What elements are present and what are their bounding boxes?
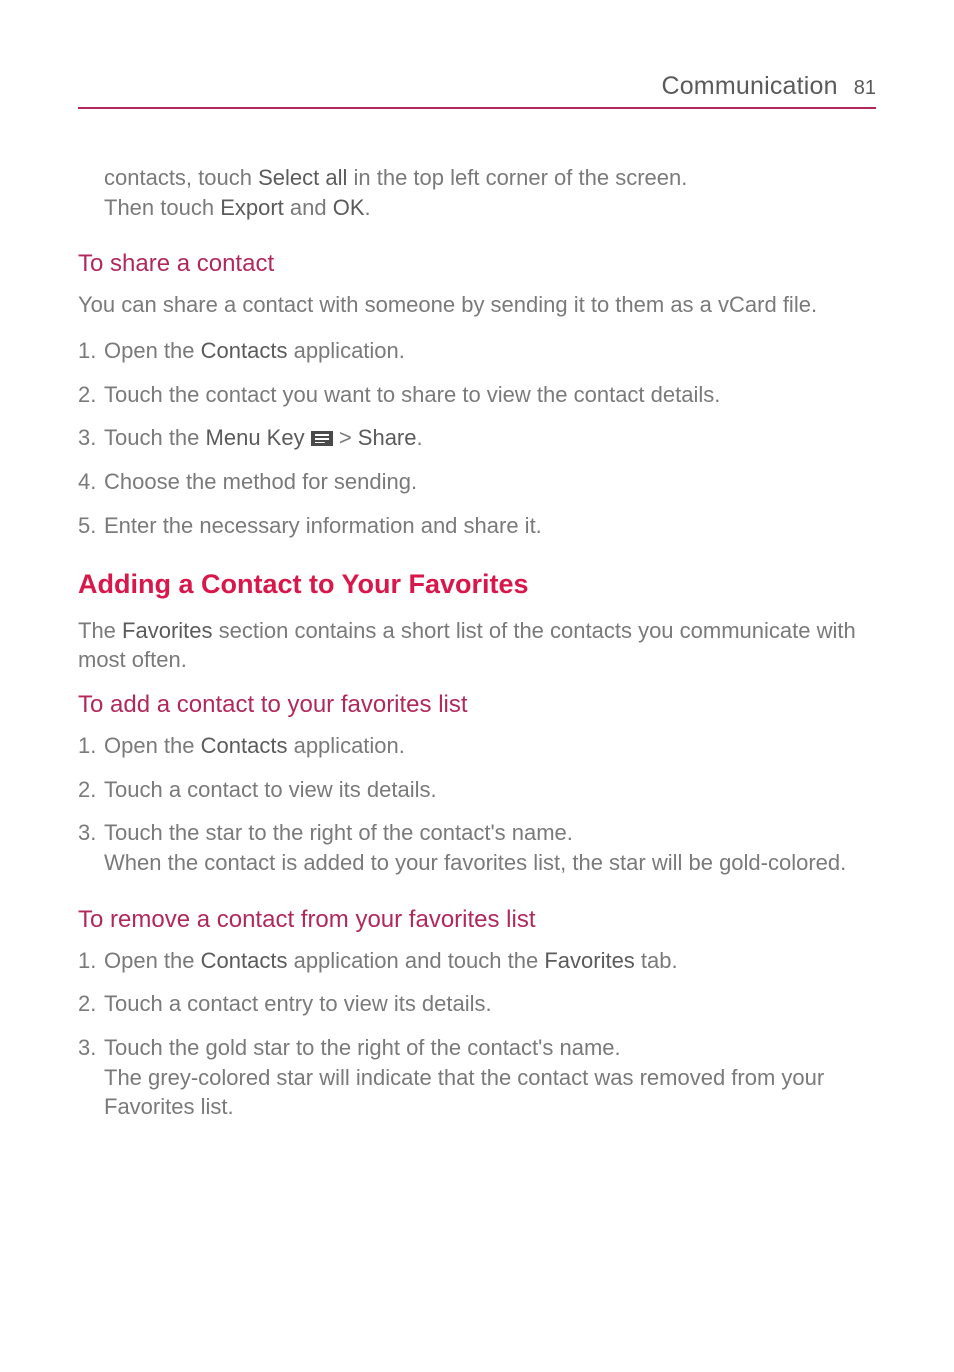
favorites-label: Favorites <box>122 618 212 643</box>
add-favorite-steps: 1.Open the Contacts application. 2.Touch… <box>78 731 876 878</box>
share-contact-lead: You can share a contact with someone by … <box>78 290 876 320</box>
step-item: 2.Touch the contact you want to share to… <box>78 380 876 410</box>
step-number: 2. <box>78 380 104 410</box>
menu-key-label: Menu Key <box>206 425 305 450</box>
select-all-label: Select all <box>258 165 347 190</box>
favorites-lead: The Favorites section contains a short l… <box>78 616 876 675</box>
text: in the top left corner of the screen. <box>347 165 687 190</box>
step-item: 2.Touch a contact entry to view its deta… <box>78 989 876 1019</box>
contacts-label: Contacts <box>201 733 288 758</box>
text: Enter the necessary information and shar… <box>104 513 542 538</box>
share-steps: 1.Open the Contacts application. 2.Touch… <box>78 336 876 540</box>
text: Touch the star to the right of the conta… <box>104 820 573 845</box>
step-item: 3.Touch the Menu Key > Share. <box>78 423 876 453</box>
step-number: 3. <box>78 818 104 848</box>
page-header: Communication 81 <box>78 72 876 109</box>
page-number: 81 <box>854 77 876 100</box>
step-number: 1. <box>78 731 104 761</box>
text: application. <box>287 338 404 363</box>
text: Touch the gold star to the right of the … <box>104 1035 621 1060</box>
export-label: Export <box>220 195 284 220</box>
step-item: 1.Open the Contacts application. <box>78 336 876 366</box>
step-item: 2.Touch a contact to view its details. <box>78 775 876 805</box>
step-number: 3. <box>78 423 104 453</box>
ok-label: OK <box>333 195 365 220</box>
contacts-label: Contacts <box>201 948 288 973</box>
text: application. <box>287 733 404 758</box>
add-favorite-heading: To add a contact to your favorites list <box>78 691 876 719</box>
step-number: 4. <box>78 467 104 497</box>
text: . <box>365 195 371 220</box>
text: > <box>333 425 358 450</box>
page-root: Communication 81 contacts, touch Select … <box>0 0 954 1122</box>
text: Open the <box>104 948 201 973</box>
text: and <box>284 195 333 220</box>
intro-continuation: contacts, touch Select all in the top le… <box>104 163 876 222</box>
step-item: 5.Enter the necessary information and sh… <box>78 511 876 541</box>
favorites-heading: Adding a Contact to Your Favorites <box>78 569 876 600</box>
favorites-label: Favorites <box>544 948 634 973</box>
step-number: 1. <box>78 946 104 976</box>
text: . <box>417 425 423 450</box>
share-contact-heading: To share a contact <box>78 250 876 278</box>
text: Touch the contact you want to share to v… <box>104 382 720 407</box>
step-number: 1. <box>78 336 104 366</box>
text: Open the <box>104 733 201 758</box>
step-number: 3. <box>78 1033 104 1063</box>
text: tab. <box>635 948 678 973</box>
text: Touch the <box>104 425 206 450</box>
text: application and touch the <box>287 948 544 973</box>
text: The grey-colored star will indicate that… <box>104 1065 824 1120</box>
step-number: 2. <box>78 775 104 805</box>
text: Choose the method for sending. <box>104 469 417 494</box>
text: Then touch <box>104 195 220 220</box>
header-section-title: Communication <box>661 72 837 101</box>
text: contacts, touch <box>104 165 258 190</box>
text: When the contact is added to your favori… <box>104 850 846 875</box>
step-item: 3.Touch the star to the right of the con… <box>78 818 876 877</box>
step-number: 5. <box>78 511 104 541</box>
step-item: 1.Open the Contacts application and touc… <box>78 946 876 976</box>
step-number: 2. <box>78 989 104 1019</box>
step-item: 1.Open the Contacts application. <box>78 731 876 761</box>
text: Open the <box>104 338 201 363</box>
text: Touch a contact entry to view its detail… <box>104 991 492 1016</box>
step-item: 3.Touch the gold star to the right of th… <box>78 1033 876 1122</box>
text: Touch a contact to view its details. <box>104 777 437 802</box>
text: The <box>78 618 122 643</box>
remove-favorite-steps: 1.Open the Contacts application and touc… <box>78 946 876 1122</box>
contacts-label: Contacts <box>201 338 288 363</box>
remove-favorite-heading: To remove a contact from your favorites … <box>78 906 876 934</box>
menu-icon <box>311 431 333 446</box>
share-label: Share <box>358 425 417 450</box>
step-item: 4.Choose the method for sending. <box>78 467 876 497</box>
